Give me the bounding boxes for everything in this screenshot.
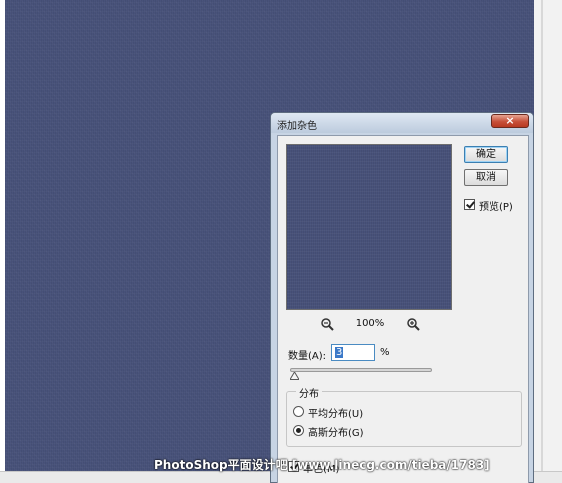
close-button[interactable]: ×	[491, 114, 529, 128]
uniform-radio[interactable]	[293, 406, 304, 417]
preview-checkbox[interactable]	[464, 199, 475, 210]
close-icon: ×	[505, 114, 515, 127]
ok-button[interactable]: 确定	[464, 146, 508, 163]
uniform-label: 平均分布(U)	[308, 409, 364, 420]
watermark: PhotoShop平面设计吧 [www.linecg.com/tieba/178…	[154, 458, 490, 472]
dialog-body: 100% 确定 取消 预览(P) 数量(A): 3 % 分布 平均分布(U) 高…	[277, 135, 529, 483]
gaussian-label: 高斯分布(G)	[308, 428, 364, 439]
zoom-level: 100%	[355, 318, 385, 329]
slider-thumb[interactable]	[290, 372, 300, 380]
zoom-in-icon[interactable]	[406, 317, 420, 331]
zoom-out-icon[interactable]	[320, 317, 334, 331]
right-panel	[534, 0, 562, 483]
amount-value: 3	[335, 347, 344, 358]
gaussian-radio[interactable]	[293, 425, 304, 436]
amount-label: 数量(A):	[288, 351, 327, 362]
cancel-button[interactable]: 取消	[464, 169, 508, 186]
dialog-title: 添加杂色	[277, 121, 317, 132]
filter-preview[interactable]	[286, 144, 452, 310]
amount-input[interactable]: 3	[331, 344, 375, 361]
preview-label: 预览(P)	[479, 202, 513, 213]
dialog-titlebar[interactable]: 添加杂色 ×	[271, 113, 533, 133]
panel-divider	[541, 0, 543, 483]
amount-slider[interactable]	[290, 368, 432, 372]
percent-unit: %	[380, 347, 390, 358]
distribution-label: 分布	[296, 385, 322, 400]
add-noise-dialog: 添加杂色 × 100% 确定 取消 预览(P) 数量(A): 3 % 分布 平均…	[270, 112, 534, 483]
